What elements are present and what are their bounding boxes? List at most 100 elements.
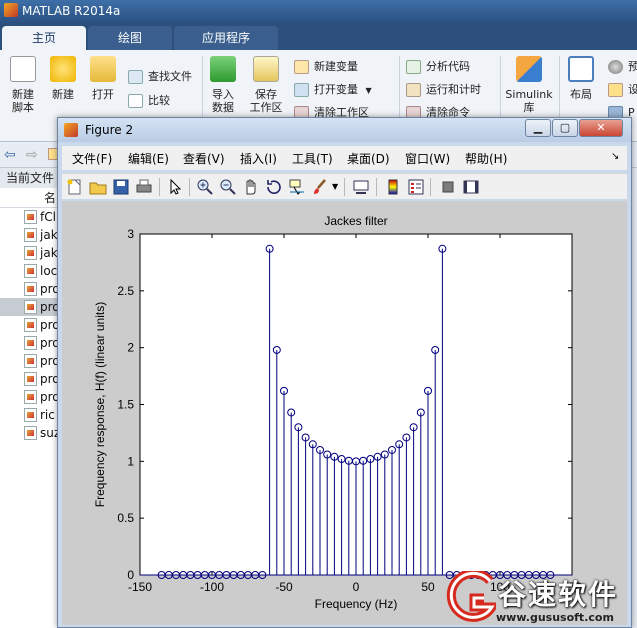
toolbar-separator	[189, 178, 190, 196]
layout-button[interactable]: 布局	[564, 56, 598, 101]
tab-apps[interactable]: 应用程序	[174, 26, 278, 50]
hide-plot-tools-icon[interactable]	[439, 178, 457, 196]
open-file-icon[interactable]	[89, 178, 107, 196]
close-button[interactable]: ✕	[579, 119, 623, 137]
menu-insert[interactable]: 插入(I)	[240, 150, 277, 167]
back-arrow-icon[interactable]: ⇦	[4, 147, 16, 163]
watermark-text: 谷速软件	[498, 578, 619, 611]
menu-file[interactable]: 文件(F)	[72, 150, 112, 167]
menu-view[interactable]: 查看(V)	[183, 150, 225, 167]
maximize-button[interactable]: ▢	[552, 119, 578, 137]
find-files-icon	[128, 70, 143, 84]
figure-icon	[64, 123, 78, 137]
y-tick-label: 3	[127, 227, 134, 241]
zoom-out-icon[interactable]	[219, 178, 237, 196]
file-list-item[interactable]: pro	[0, 316, 59, 334]
simulink-library-button[interactable]: Simulink 库	[504, 56, 554, 114]
save-workspace-button[interactable]: 保存 工作区	[246, 56, 286, 114]
menu-edit[interactable]: 编辑(E)	[128, 150, 169, 167]
open-variable-label: 打开变量	[314, 83, 358, 96]
menu-tools[interactable]: 工具(T)	[292, 150, 333, 167]
ribbon-separator	[399, 56, 400, 126]
dock-arrow-icon[interactable]: ↘	[611, 151, 619, 162]
ribbon-separator	[559, 56, 560, 126]
import-data-button[interactable]: 导入 数据	[206, 56, 240, 114]
print-icon[interactable]	[135, 178, 153, 196]
file-list-item[interactable]: pro	[0, 298, 59, 316]
analyze-code-icon	[406, 60, 421, 74]
ribbon-separator	[500, 56, 501, 126]
y-tick-label: 2.5	[117, 284, 134, 298]
file-list-item[interactable]: loc	[0, 262, 59, 280]
file-list-item[interactable]: pro	[0, 280, 59, 298]
open-variable-button[interactable]: 打开变量 ▼	[294, 81, 372, 99]
matlab-file-icon	[24, 426, 37, 440]
find-files-label: 查找文件	[148, 70, 192, 83]
x-axis-label: Frequency (Hz)	[315, 597, 398, 611]
file-list-item[interactable]: pro	[0, 388, 59, 406]
file-list-item[interactable]: jak	[0, 244, 59, 262]
rotate-3d-icon[interactable]	[265, 178, 283, 196]
find-files-button[interactable]: 查找文件	[128, 68, 192, 86]
preferences-button[interactable]: 预	[608, 58, 637, 76]
file-list-item[interactable]: suz	[0, 424, 59, 442]
show-plot-tools-icon[interactable]	[462, 178, 480, 196]
file-list-item[interactable]: fCl	[0, 208, 59, 226]
file-list-item[interactable]: pro	[0, 352, 59, 370]
link-plot-icon[interactable]	[352, 178, 370, 196]
legend-icon[interactable]	[407, 178, 425, 196]
file-list-item[interactable]: pro	[0, 370, 59, 388]
run-and-time-button[interactable]: 运行和计时	[406, 81, 481, 99]
file-list-item[interactable]: ric	[0, 406, 59, 424]
file-list-item[interactable]: pro	[0, 334, 59, 352]
x-tick-label: -100	[200, 580, 224, 594]
tab-home[interactable]: 主页	[2, 26, 86, 50]
new-button[interactable]: 新建	[46, 56, 80, 101]
forward-arrow-icon[interactable]: ⇨	[26, 147, 38, 163]
analyze-code-label: 分析代码	[426, 60, 470, 73]
minimize-button[interactable]: ▁	[525, 119, 551, 137]
menu-help[interactable]: 帮助(H)	[465, 150, 507, 167]
ribbon-tabs: 主页 绘图 应用程序	[0, 22, 637, 50]
zoom-in-icon[interactable]	[196, 178, 214, 196]
pan-icon[interactable]	[242, 178, 260, 196]
brush-icon[interactable]	[311, 178, 329, 196]
analyze-code-button[interactable]: 分析代码	[406, 58, 470, 76]
compare-icon	[128, 94, 143, 108]
matlab-file-icon	[24, 354, 37, 368]
toolbar-separator	[430, 178, 431, 196]
new-script-button[interactable]: 新建 脚本	[6, 56, 40, 114]
menu-desktop[interactable]: 桌面(D)	[347, 150, 390, 167]
current-folder-panel: 当前文件 名 fCl jak jak loc pro pro pro pro pro pro pro…	[0, 168, 60, 628]
open-variable-icon	[294, 83, 309, 97]
ribbon-separator	[202, 56, 203, 126]
matlab-file-icon	[24, 408, 37, 422]
gususoft-logo-icon	[446, 571, 496, 622]
tab-plots[interactable]: 绘图	[88, 26, 172, 50]
set-path-button[interactable]: 设	[608, 81, 637, 99]
toolbar-separator	[376, 178, 377, 196]
layout-label: 布局	[570, 88, 592, 101]
run-and-time-label: 运行和计时	[426, 83, 481, 96]
open-button[interactable]: 打开	[86, 56, 120, 101]
file-list-item[interactable]: jak	[0, 226, 59, 244]
simulink-label: Simulink 库	[505, 88, 553, 114]
chevron-down-icon[interactable]: ▼	[332, 182, 340, 200]
y-tick-label: 1.5	[117, 398, 134, 412]
minimize-icon: ▁	[533, 121, 543, 134]
new-script-icon	[10, 56, 36, 82]
colorbar-icon[interactable]	[384, 178, 402, 196]
menu-window[interactable]: 窗口(W)	[405, 150, 450, 167]
new-variable-button[interactable]: 新建变量	[294, 58, 358, 76]
pointer-icon[interactable]	[166, 178, 184, 196]
figure-canvas: -150 -100 -50 0 50 100 150 0 0.5 1 1.5 2 2.5 3 Jackes …	[62, 201, 627, 625]
stem-plot[interactable]: -150 -100 -50 0 50 100 15000.511.522.53Jackes …	[62, 201, 627, 625]
name-column-header[interactable]: 名	[0, 188, 59, 208]
save-icon[interactable]	[112, 178, 130, 196]
simulink-icon	[516, 56, 542, 82]
figure-titlebar[interactable]: Figure 2 ▁ ▢ ✕	[58, 118, 631, 142]
data-cursor-icon[interactable]	[288, 178, 306, 196]
compare-button[interactable]: 比较	[128, 92, 170, 110]
matlab-window-title: MATLAB R2014a	[22, 4, 121, 18]
new-figure-icon[interactable]	[66, 178, 84, 196]
